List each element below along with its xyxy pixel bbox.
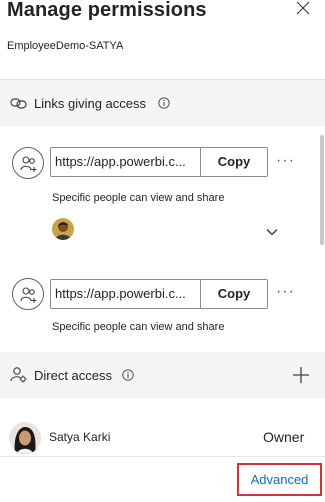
direct-access-header: Direct access	[0, 352, 325, 398]
link-people-avatar	[12, 278, 44, 310]
info-icon[interactable]	[122, 368, 134, 381]
link-icon	[10, 94, 28, 112]
people-add-icon	[20, 287, 37, 303]
person-settings-icon	[10, 366, 28, 384]
link-url-field[interactable]: https://app.powerbi.c...	[51, 148, 201, 176]
more-options-button[interactable]: ···	[276, 283, 295, 301]
people-add-icon	[20, 156, 37, 172]
copy-button[interactable]: Copy	[201, 280, 267, 308]
scrollbar-thumb[interactable]	[320, 135, 324, 245]
close-icon	[296, 1, 310, 15]
link-description: Specific people can view and share	[52, 321, 225, 333]
copy-button[interactable]: Copy	[201, 148, 267, 176]
link-url-field[interactable]: https://app.powerbi.c...	[51, 280, 201, 308]
links-section-header: Links giving access	[0, 80, 325, 126]
info-icon[interactable]	[158, 96, 170, 109]
advanced-button[interactable]: Advanced	[237, 463, 322, 496]
user-role: Owner	[263, 429, 305, 445]
links-section-label: Links giving access	[34, 95, 146, 111]
avatar	[9, 422, 41, 454]
chevron-down-icon	[266, 228, 278, 236]
manage-permissions-panel: Manage permissions EmployeeDemo-SATYA Li…	[0, 0, 325, 502]
add-direct-access-button[interactable]	[292, 366, 310, 384]
direct-access-label: Direct access	[34, 367, 113, 383]
page-title: Manage permissions	[7, 0, 207, 21]
link-people-avatar	[12, 147, 44, 179]
close-button[interactable]	[295, 0, 311, 16]
avatar	[52, 218, 74, 240]
plus-icon	[293, 367, 309, 383]
item-name: EmployeeDemo-SATYA	[7, 40, 124, 52]
user-name: Satya Karki	[49, 430, 111, 444]
expand-people-button[interactable]	[265, 225, 279, 239]
link-description: Specific people can view and share	[52, 192, 225, 204]
link-url-box: https://app.powerbi.c... Copy	[50, 279, 268, 309]
more-options-button[interactable]: ···	[276, 152, 295, 170]
link-url-box: https://app.powerbi.c... Copy	[50, 147, 268, 177]
